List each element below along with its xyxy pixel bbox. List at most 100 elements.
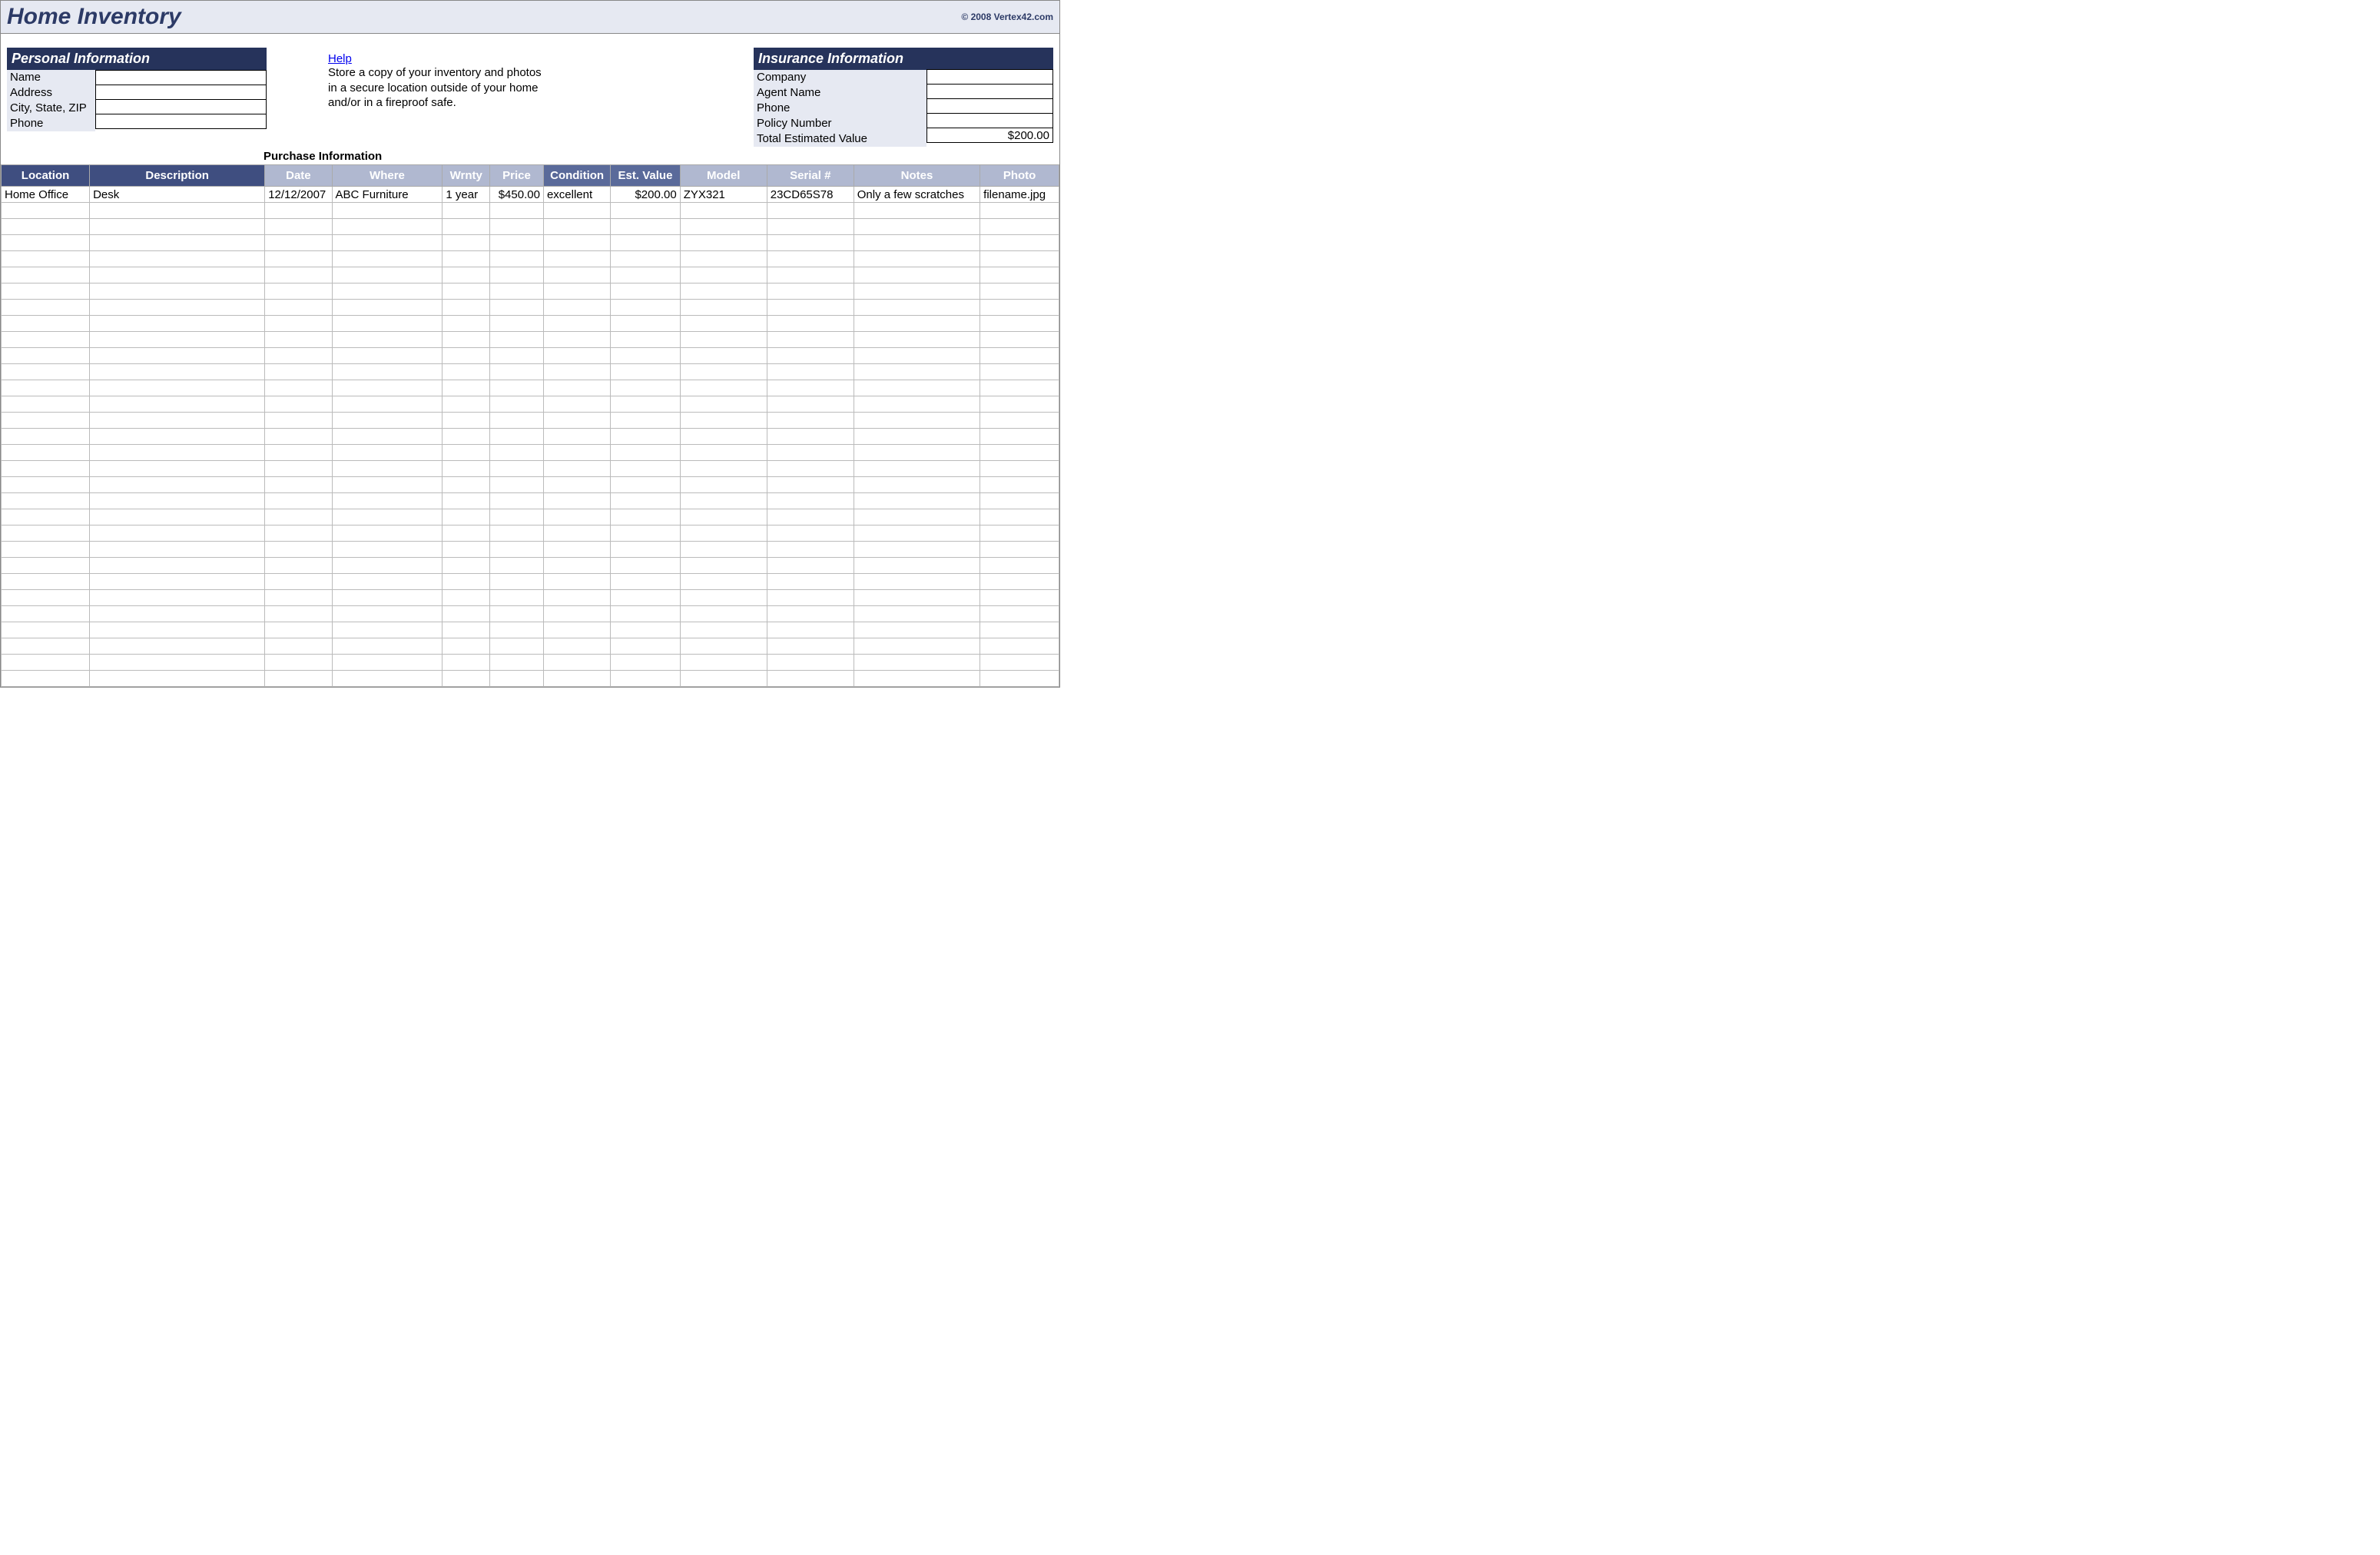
cell-serial[interactable] (767, 542, 854, 558)
cell-model[interactable] (680, 493, 767, 509)
cell-model[interactable] (680, 316, 767, 332)
cell-where[interactable] (332, 477, 443, 493)
cell-model[interactable] (680, 283, 767, 300)
cell-model[interactable] (680, 606, 767, 622)
cell-wrnty[interactable] (443, 283, 490, 300)
cell-notes[interactable] (854, 590, 980, 606)
cell-notes[interactable] (854, 332, 980, 348)
cell-wrnty[interactable] (443, 590, 490, 606)
cell-where[interactable] (332, 364, 443, 380)
cell-estvalue[interactable] (611, 461, 680, 477)
cell-photo[interactable] (980, 429, 1059, 445)
cell-serial[interactable] (767, 622, 854, 638)
cell-where[interactable]: ABC Furniture (332, 187, 443, 203)
cell-where[interactable] (332, 590, 443, 606)
cell-condition[interactable] (543, 251, 610, 267)
cell-estvalue[interactable] (611, 622, 680, 638)
cell-description[interactable] (90, 219, 265, 235)
cell-wrnty[interactable] (443, 364, 490, 380)
cell-wrnty[interactable] (443, 526, 490, 542)
cell-estvalue[interactable] (611, 655, 680, 671)
cell-model[interactable] (680, 413, 767, 429)
cell-date[interactable] (265, 493, 332, 509)
cell-serial[interactable] (767, 413, 854, 429)
cell-price[interactable] (490, 671, 544, 687)
cell-photo[interactable] (980, 542, 1059, 558)
cell-estvalue[interactable] (611, 526, 680, 542)
cell-model[interactable] (680, 655, 767, 671)
cell-condition[interactable] (543, 461, 610, 477)
cell-estvalue[interactable] (611, 283, 680, 300)
cell-wrnty[interactable] (443, 332, 490, 348)
cell-model[interactable] (680, 396, 767, 413)
cell-model[interactable] (680, 364, 767, 380)
policy-input[interactable] (926, 113, 1053, 128)
cell-estvalue[interactable] (611, 493, 680, 509)
cell-condition[interactable] (543, 235, 610, 251)
cell-photo[interactable] (980, 396, 1059, 413)
cell-condition[interactable] (543, 203, 610, 219)
cell-date[interactable] (265, 671, 332, 687)
cell-description[interactable] (90, 590, 265, 606)
cell-location[interactable] (2, 429, 90, 445)
cell-location[interactable] (2, 493, 90, 509)
cell-price[interactable] (490, 526, 544, 542)
cell-location[interactable] (2, 477, 90, 493)
cell-serial[interactable] (767, 316, 854, 332)
cell-condition[interactable] (543, 219, 610, 235)
cell-notes[interactable] (854, 461, 980, 477)
cell-date[interactable] (265, 235, 332, 251)
cell-price[interactable] (490, 622, 544, 638)
cell-wrnty[interactable] (443, 509, 490, 526)
cell-where[interactable] (332, 509, 443, 526)
cell-estvalue[interactable] (611, 558, 680, 574)
cell-date[interactable] (265, 477, 332, 493)
cell-where[interactable] (332, 348, 443, 364)
cell-wrnty[interactable] (443, 574, 490, 590)
cell-photo[interactable] (980, 364, 1059, 380)
cell-serial[interactable] (767, 251, 854, 267)
cell-serial[interactable] (767, 429, 854, 445)
cell-photo[interactable] (980, 445, 1059, 461)
cell-price[interactable] (490, 413, 544, 429)
cell-serial[interactable] (767, 671, 854, 687)
cell-estvalue[interactable] (611, 364, 680, 380)
cell-price[interactable] (490, 542, 544, 558)
cell-serial[interactable] (767, 203, 854, 219)
cell-wrnty[interactable] (443, 251, 490, 267)
cell-location[interactable] (2, 574, 90, 590)
cell-description[interactable] (90, 203, 265, 219)
cell-date[interactable] (265, 509, 332, 526)
cell-date[interactable] (265, 445, 332, 461)
cell-serial[interactable] (767, 364, 854, 380)
cell-estvalue[interactable] (611, 445, 680, 461)
cell-serial[interactable] (767, 526, 854, 542)
cell-serial[interactable] (767, 348, 854, 364)
cell-serial[interactable] (767, 332, 854, 348)
cell-location[interactable] (2, 558, 90, 574)
cell-where[interactable] (332, 203, 443, 219)
cell-price[interactable] (490, 461, 544, 477)
cell-location[interactable] (2, 380, 90, 396)
cell-location[interactable] (2, 413, 90, 429)
cell-serial[interactable] (767, 477, 854, 493)
cell-serial[interactable] (767, 267, 854, 283)
cell-wrnty[interactable] (443, 477, 490, 493)
cell-description[interactable] (90, 526, 265, 542)
cell-price[interactable] (490, 574, 544, 590)
cell-estvalue[interactable] (611, 203, 680, 219)
cell-estvalue[interactable] (611, 542, 680, 558)
cell-notes[interactable] (854, 251, 980, 267)
cell-description[interactable] (90, 542, 265, 558)
agent-input[interactable] (926, 84, 1053, 99)
cell-date[interactable] (265, 364, 332, 380)
ins-phone-input[interactable] (926, 98, 1053, 114)
cell-date[interactable] (265, 283, 332, 300)
cell-estvalue[interactable] (611, 509, 680, 526)
cell-location[interactable] (2, 655, 90, 671)
cell-model[interactable] (680, 638, 767, 655)
cell-serial[interactable] (767, 574, 854, 590)
cell-date[interactable] (265, 622, 332, 638)
cell-serial[interactable] (767, 590, 854, 606)
cell-wrnty[interactable] (443, 235, 490, 251)
